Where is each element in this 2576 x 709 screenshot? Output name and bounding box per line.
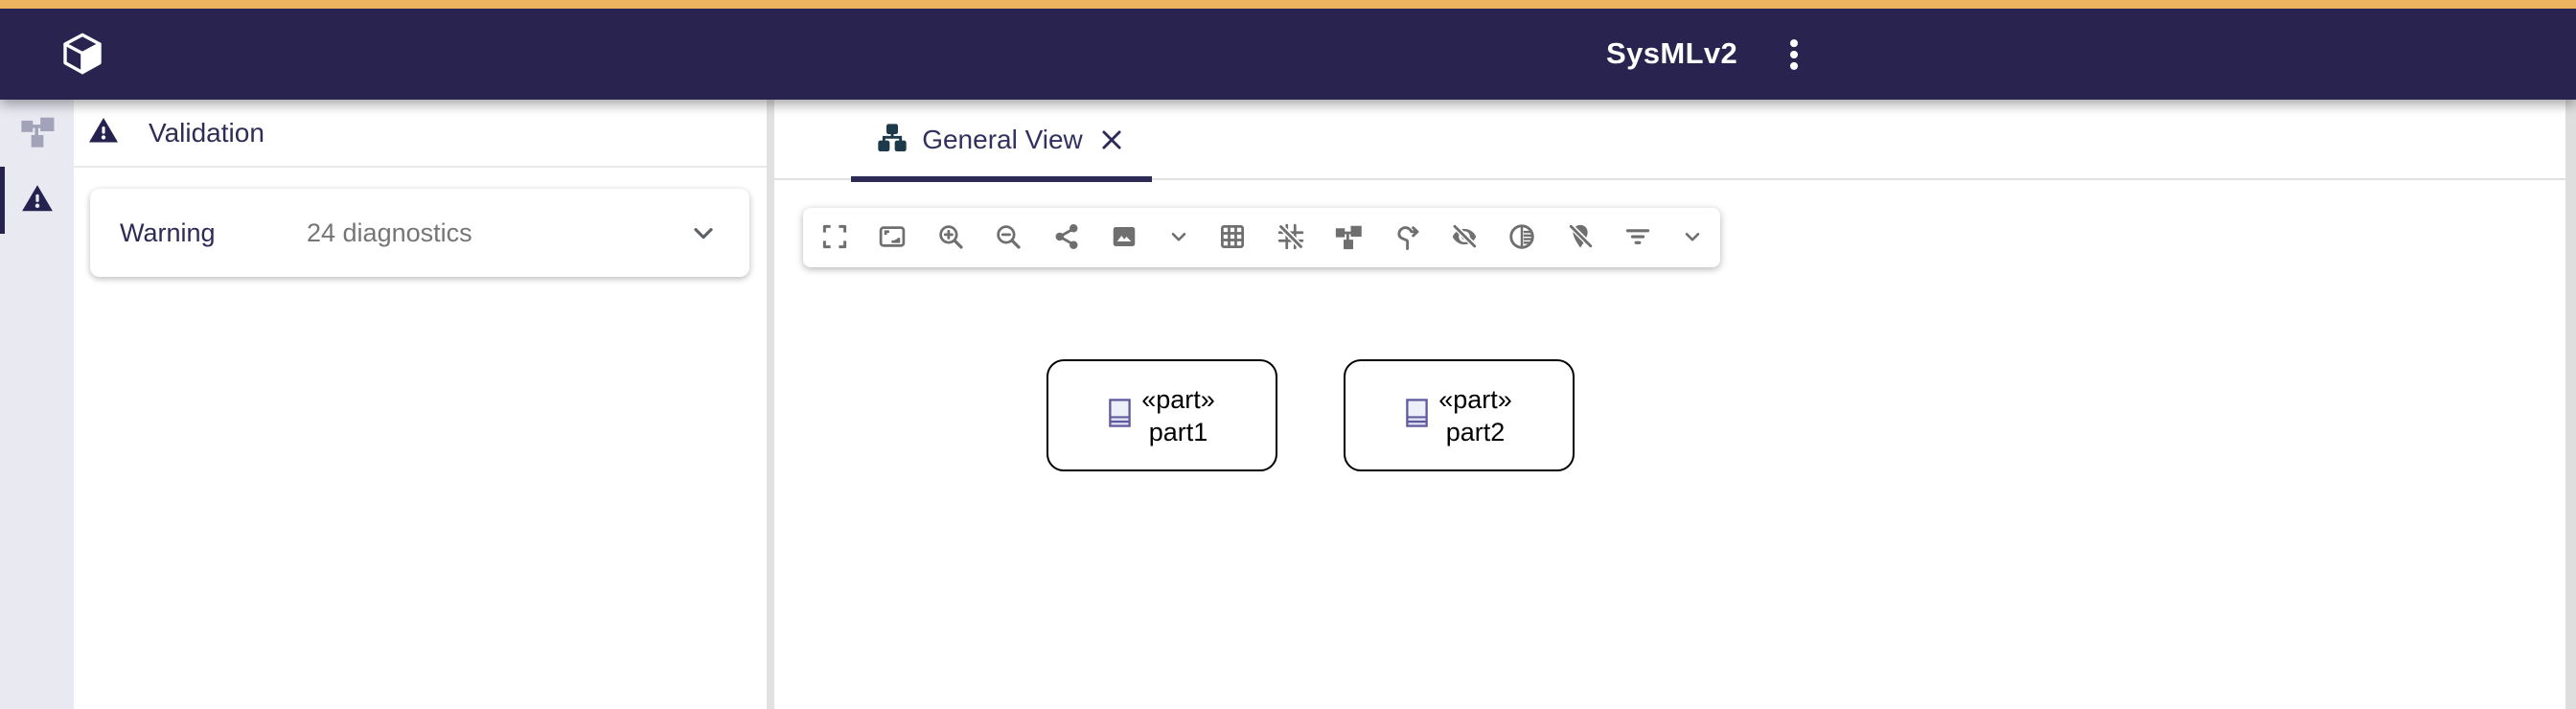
- node-label: «part» part2: [1438, 383, 1512, 448]
- panel-divider[interactable]: [767, 100, 774, 709]
- left-rail: [0, 100, 74, 709]
- part-definition-icon: [1406, 399, 1428, 432]
- tab-general-view[interactable]: General View: [851, 100, 1152, 180]
- node-part2[interactable]: «part» part2: [1344, 359, 1575, 471]
- image-icon: [1110, 222, 1138, 254]
- export-image-options-button[interactable]: [1165, 220, 1192, 255]
- tab-bar: General View: [774, 100, 2565, 180]
- toggle-grid-button[interactable]: [1215, 220, 1250, 255]
- panel-title: Validation: [149, 118, 264, 149]
- cube-3d-icon[interactable]: [59, 31, 105, 77]
- arrange-all-button[interactable]: [1331, 220, 1366, 255]
- warning-triangle-icon: [87, 114, 120, 151]
- zoom-out-icon: [994, 222, 1023, 254]
- schema-tree-icon: [1334, 222, 1363, 254]
- top-accent-bar: [0, 0, 2576, 9]
- hide-elements-button[interactable]: [1447, 220, 1482, 255]
- app-header: SysMLv2: [0, 9, 2576, 100]
- schema-tree-icon: [19, 113, 56, 154]
- zoom-out-button[interactable]: [991, 220, 1025, 255]
- rail-item-explorer[interactable]: [0, 100, 74, 167]
- expand-toolbar-button[interactable]: [1679, 220, 1706, 255]
- share-button[interactable]: [1049, 220, 1084, 255]
- curved-arrow-icon: [1392, 222, 1421, 254]
- part-definition-icon: [1109, 399, 1131, 432]
- node-stereotype: «part»: [1141, 383, 1215, 416]
- zoom-in-icon: [936, 222, 965, 254]
- node-part1[interactable]: «part» part1: [1046, 359, 1277, 471]
- eye-off-icon: [1450, 222, 1479, 254]
- tonality-icon: [1507, 222, 1536, 254]
- share-icon: [1052, 222, 1081, 254]
- warning-accordion[interactable]: Warning 24 diagnostics: [90, 189, 749, 277]
- chevron-down-icon: [1166, 224, 1191, 252]
- node-name: part1: [1141, 416, 1215, 448]
- export-image-button[interactable]: [1107, 220, 1141, 255]
- tab-label: General View: [922, 125, 1083, 155]
- chevron-down-icon[interactable]: [688, 217, 719, 248]
- node-name: part2: [1438, 416, 1512, 448]
- fit-to-screen-button[interactable]: [875, 220, 909, 255]
- chevron-down-icon: [1680, 224, 1705, 252]
- diagnostics-count: 24 diagnostics: [307, 218, 472, 248]
- snap-to-grid-off-button[interactable]: [1274, 220, 1308, 255]
- kebab-menu-icon[interactable]: [1774, 34, 1814, 75]
- filter-elements-button[interactable]: [1621, 220, 1655, 255]
- node-label: «part» part1: [1141, 383, 1215, 448]
- close-icon[interactable]: [1097, 126, 1126, 154]
- diagram-area: General View: [774, 100, 2565, 709]
- node-stereotype: «part»: [1438, 383, 1512, 416]
- diagram-lan-icon: [877, 123, 908, 158]
- reconnect-edges-button[interactable]: [1390, 220, 1424, 255]
- app-root: SysMLv2: [0, 0, 2576, 709]
- zoom-in-button[interactable]: [933, 220, 968, 255]
- app-title: SysMLv2: [1606, 35, 1737, 70]
- active-item-indicator: [0, 167, 5, 234]
- filter-list-icon: [1623, 222, 1652, 254]
- fullscreen-button[interactable]: [817, 220, 852, 255]
- validation-panel: Validation Warning 24 diagnostics: [74, 100, 767, 709]
- severity-label: Warning: [120, 218, 216, 248]
- crop-free-icon: [820, 222, 849, 254]
- active-tab-indicator: [851, 176, 1152, 182]
- rail-item-validation[interactable]: [0, 167, 74, 234]
- fit-screen-icon: [878, 222, 907, 254]
- unpin-elements-button[interactable]: [1563, 220, 1598, 255]
- grid-slash-icon: [1276, 222, 1305, 254]
- fade-elements-button[interactable]: [1505, 220, 1539, 255]
- vertical-scrollbar[interactable]: [2565, 100, 2576, 709]
- warning-triangle-icon: [20, 181, 55, 220]
- diagram-toolbar: [803, 208, 1720, 267]
- pin-off-icon: [1566, 222, 1595, 254]
- validation-panel-header: Validation: [74, 100, 767, 168]
- grid-on-icon: [1218, 222, 1247, 254]
